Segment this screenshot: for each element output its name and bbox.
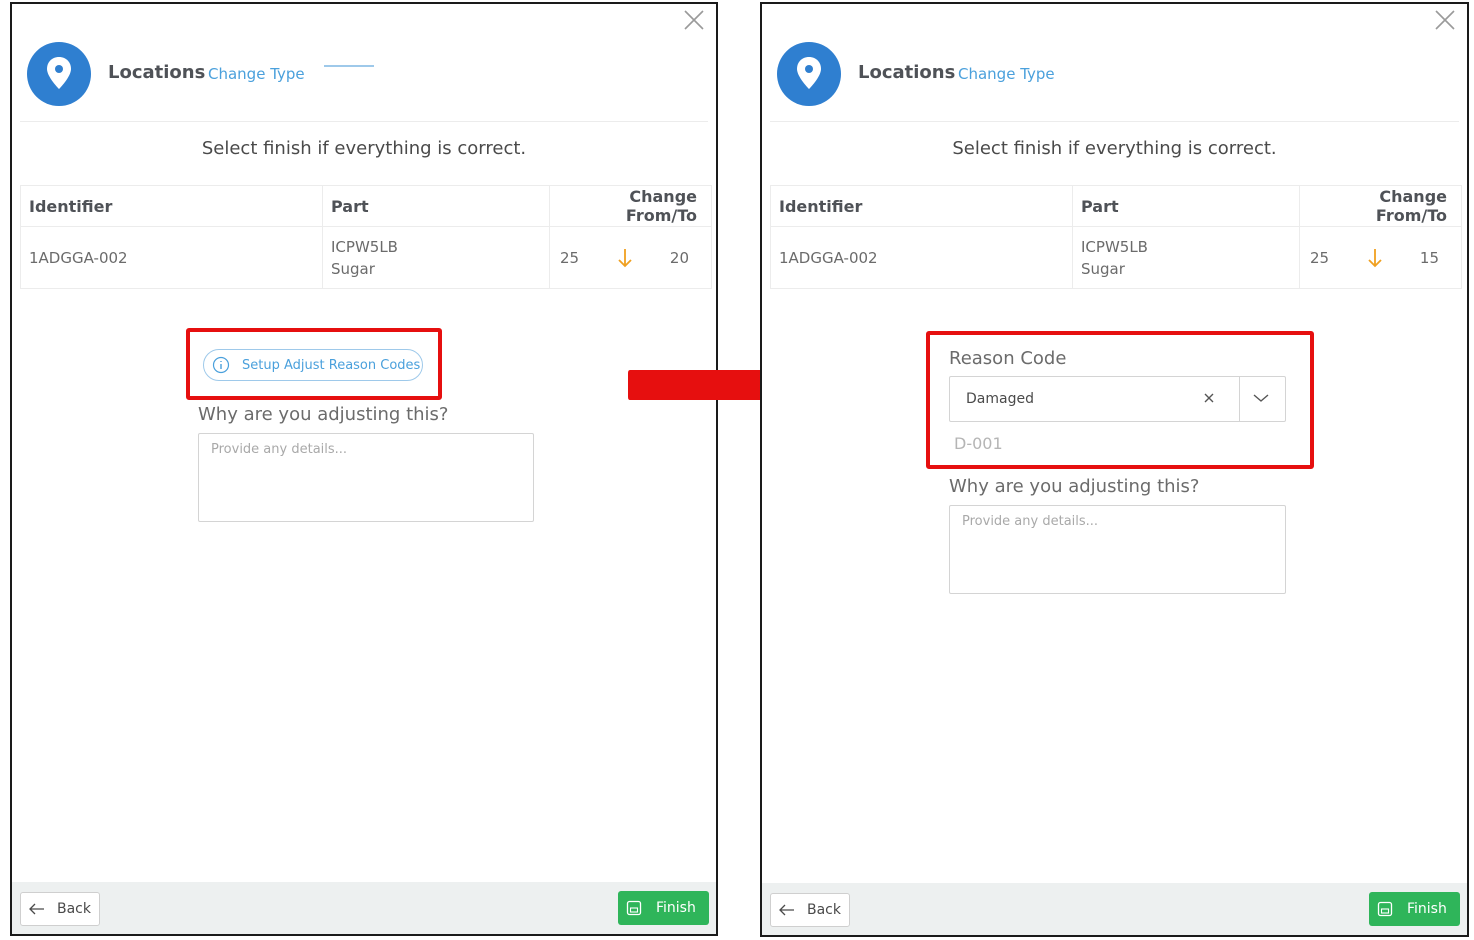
part-code: ICPW5LB [1081, 237, 1148, 256]
column-header-identifier: Identifier [20, 185, 323, 227]
change-to-value: 15 [1419, 248, 1439, 267]
panel-footer: Back Finish [762, 883, 1467, 935]
column-header-change: Change From/To [1299, 185, 1462, 227]
adjustment-table: Identifier Part Change From/To 1ADGGA-00… [20, 185, 712, 289]
back-button[interactable]: Back [20, 892, 100, 926]
change-type-link[interactable]: Change Type [208, 65, 305, 83]
select-divider [1239, 377, 1240, 421]
location-pin-icon [27, 42, 91, 106]
back-button[interactable]: Back [770, 893, 850, 927]
adjustment-panel-before: Locations Change Type Select finish if e… [10, 2, 718, 936]
tab-indicator [324, 65, 374, 67]
save-icon [1377, 901, 1393, 917]
finish-label: Finish [656, 900, 696, 916]
finish-button[interactable]: Finish [1369, 892, 1460, 926]
part-cell: ICPW5LB Sugar [1072, 226, 1300, 289]
divider [770, 121, 1459, 122]
change-type-link[interactable]: Change Type [958, 65, 1055, 83]
panel-header: Locations Change Type [12, 4, 716, 122]
table-row: 1ADGGA-002 ICPW5LB Sugar 25 20 [20, 226, 712, 289]
panel-footer: Back Finish [12, 882, 716, 934]
setup-reason-codes-label: Setup Adjust Reason Codes [242, 357, 421, 373]
column-header-part: Part [322, 185, 550, 227]
table-row: 1ADGGA-002 ICPW5LB Sugar 25 15 [770, 226, 1462, 289]
chevron-down-icon[interactable] [1253, 393, 1269, 403]
finish-button[interactable]: Finish [618, 891, 709, 925]
setup-reason-codes-button[interactable]: Setup Adjust Reason Codes [203, 349, 423, 381]
close-icon[interactable] [682, 8, 706, 32]
adjust-reason-question: Why are you adjusting this? [949, 476, 1200, 497]
change-to-value: 20 [669, 248, 689, 267]
page-title: Locations [108, 62, 206, 83]
panel-header: Locations Change Type [762, 4, 1467, 122]
table-header-row: Identifier Part Change From/To [20, 185, 712, 227]
clear-icon[interactable] [1202, 391, 1216, 405]
identifier-cell: 1ADGGA-002 [20, 226, 323, 289]
details-textarea[interactable]: Provide any details... [198, 433, 534, 522]
page-title: Locations [858, 62, 956, 83]
adjustment-table: Identifier Part Change From/To 1ADGGA-00… [770, 185, 1462, 289]
column-header-change: Change From/To [549, 185, 712, 227]
change-cell: 25 15 [1299, 226, 1462, 289]
back-label: Back [57, 901, 91, 917]
identifier-cell: 1ADGGA-002 [770, 226, 1073, 289]
arrow-down-icon [1367, 248, 1382, 267]
reason-code-id: D-001 [954, 434, 1003, 453]
info-icon [212, 356, 230, 374]
save-icon [626, 900, 642, 916]
column-header-part: Part [1072, 185, 1300, 227]
instruction-text: Select finish if everything is correct. [201, 138, 527, 159]
reason-code-label: Reason Code [949, 348, 1067, 369]
adjust-reason-question: Why are you adjusting this? [198, 404, 449, 425]
table-header-row: Identifier Part Change From/To [770, 185, 1462, 227]
divider [20, 121, 708, 122]
column-header-identifier: Identifier [770, 185, 1073, 227]
back-arrow-icon [779, 904, 794, 916]
back-arrow-icon [29, 903, 44, 915]
change-from-value: 25 [560, 248, 580, 267]
location-pin-icon [777, 42, 841, 106]
part-code: ICPW5LB [331, 237, 398, 256]
part-cell: ICPW5LB Sugar [322, 226, 550, 289]
back-label: Back [807, 902, 841, 918]
part-description: Sugar [1081, 259, 1125, 278]
details-textarea[interactable]: Provide any details... [949, 505, 1286, 594]
part-description: Sugar [331, 259, 375, 278]
instruction-text: Select finish if everything is correct. [952, 138, 1277, 159]
change-from-value: 25 [1310, 248, 1330, 267]
arrow-down-icon [617, 248, 632, 267]
finish-label: Finish [1407, 901, 1447, 917]
adjustment-panel-after: Locations Change Type Select finish if e… [760, 2, 1469, 937]
reason-code-select[interactable]: Damaged [949, 376, 1286, 422]
close-icon[interactable] [1433, 8, 1457, 32]
reason-code-value: Damaged [966, 391, 1034, 407]
change-cell: 25 20 [549, 226, 712, 289]
